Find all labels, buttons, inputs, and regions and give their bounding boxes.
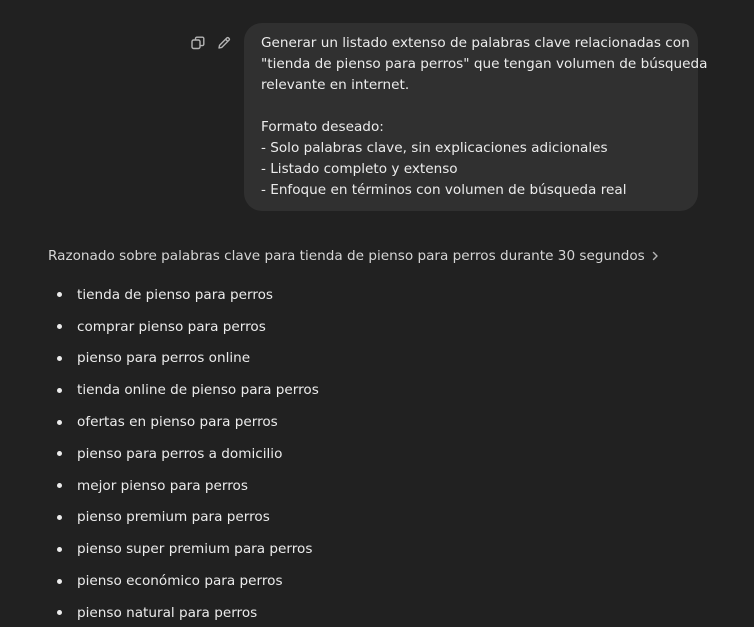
keyword-list: tienda de pienso para perros comprar pie… <box>0 279 319 627</box>
bullet-icon <box>57 546 62 552</box>
list-item: comprar pienso para perros <box>0 311 319 343</box>
list-item: tienda online de pienso para perros <box>0 374 319 406</box>
list-item: mejor pienso para perros <box>0 470 319 502</box>
bullet-icon <box>57 355 62 361</box>
chevron-right-icon <box>651 251 659 261</box>
bullet-icon <box>57 610 62 616</box>
list-item: pienso para perros a domicilio <box>0 438 319 470</box>
reasoning-label: Razonado sobre palabras clave para tiend… <box>48 248 645 264</box>
user-message-line: Formato deseado: <box>261 119 384 135</box>
list-item: pienso para perros online <box>0 343 319 375</box>
keyword-text: tienda online de pienso para perros <box>77 382 319 399</box>
user-message-line: Generar un listado extenso de palabras c… <box>261 35 690 51</box>
chat-page: Generar un listado extenso de palabras c… <box>0 0 754 627</box>
list-item: pienso natural para perros <box>0 597 319 627</box>
user-message-blank-line <box>261 96 682 117</box>
keyword-text: comprar pienso para perros <box>77 318 266 335</box>
keyword-text: tienda de pienso para perros <box>77 286 274 303</box>
list-item: pienso premium para perros <box>0 502 319 534</box>
keyword-text: pienso económico para perros <box>77 573 283 590</box>
pencil-icon[interactable] <box>216 35 232 51</box>
user-message-line: "tienda de pienso para perros" que tenga… <box>261 56 708 72</box>
list-item: pienso super premium para perros <box>0 533 319 565</box>
user-message-bubble: Generar un listado extenso de palabras c… <box>244 23 708 211</box>
bullet-icon <box>57 324 62 330</box>
bullet-icon <box>57 387 62 393</box>
keyword-text: pienso premium para perros <box>77 509 270 526</box>
keyword-text: pienso super premium para perros <box>77 541 313 558</box>
keyword-text: ofertas en pienso para perros <box>77 414 278 431</box>
bullet-icon <box>57 451 62 457</box>
list-item: ofertas en pienso para perros <box>0 406 319 438</box>
keyword-text: pienso natural para perros <box>77 604 258 621</box>
list-item: pienso económico para perros <box>0 565 319 597</box>
reasoning-toggle[interactable]: Razonado sobre palabras clave para tiend… <box>48 248 659 264</box>
keyword-text: pienso para perros online <box>77 350 251 367</box>
bullet-icon <box>57 514 62 520</box>
list-item: tienda de pienso para perros <box>0 279 319 311</box>
user-message-line: - Listado completo y extenso <box>261 161 458 177</box>
keyword-text: pienso para perros a domicilio <box>77 445 283 462</box>
copy-icon[interactable] <box>190 35 206 51</box>
bullet-icon <box>57 578 62 584</box>
keyword-text: mejor pienso para perros <box>77 477 248 494</box>
bullet-icon <box>57 292 62 298</box>
user-message-line: relevante en internet. <box>261 77 410 93</box>
bullet-icon <box>57 419 62 425</box>
user-message-line: - Solo palabras clave, sin explicaciones… <box>261 140 608 156</box>
bullet-icon <box>57 483 62 489</box>
user-message-line: - Enfoque en términos con volumen de bús… <box>261 182 627 198</box>
user-message-row: Generar un listado extenso de palabras c… <box>0 23 708 211</box>
message-actions <box>190 35 232 51</box>
